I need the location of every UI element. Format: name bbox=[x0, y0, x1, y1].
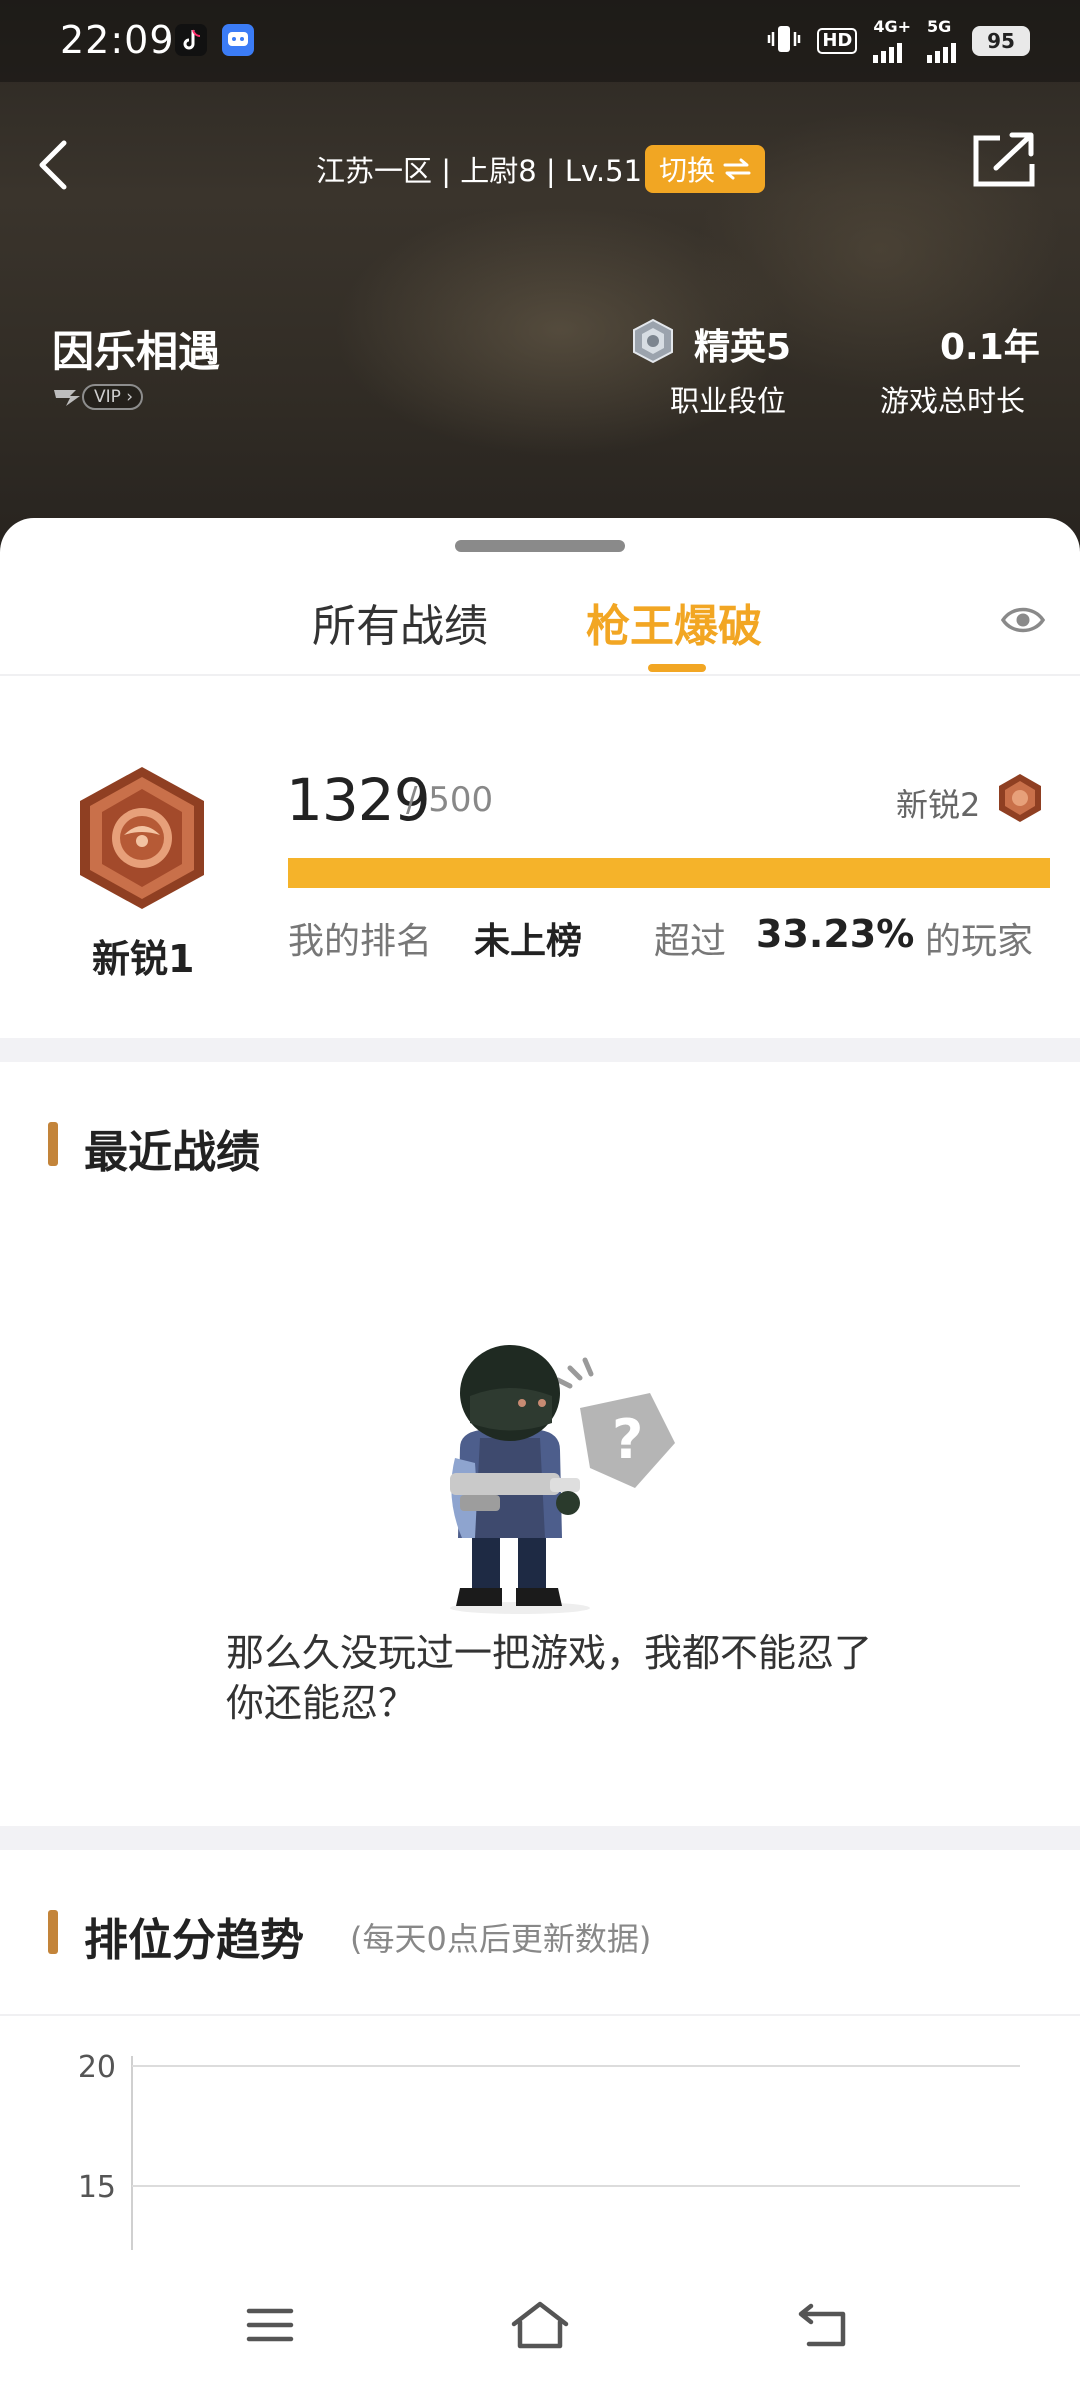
tab-gunking-demolition[interactable]: 枪王爆破 bbox=[586, 590, 762, 654]
records-sheet: 所有战绩 枪王爆破 新锐1 1329 / 500 新锐2 我的排名 未上榜 超过… bbox=[0, 518, 1080, 2400]
next-rank-name: 新锐2 bbox=[896, 786, 981, 824]
empty-records-message: 那么久没玩过一把游戏，我都不能忍了你还能忍？ bbox=[226, 1631, 873, 1725]
share-icon bbox=[973, 132, 1035, 187]
signal-5g-icon bbox=[927, 35, 956, 63]
server-info: 江苏一区 | 上尉8 | Lv.51 bbox=[316, 154, 643, 188]
share-button[interactable] bbox=[970, 130, 1040, 194]
tiktok-icon bbox=[175, 24, 207, 56]
exceed-percentage: 33.23% bbox=[756, 912, 915, 956]
play-time-label: 游戏总时长 bbox=[880, 384, 1026, 418]
back-button[interactable] bbox=[22, 130, 82, 200]
return-icon bbox=[798, 2303, 846, 2347]
vip-badge[interactable]: VIP › bbox=[52, 382, 156, 412]
section-marker bbox=[48, 1910, 58, 1954]
chart-y-tick-label: 15 bbox=[78, 2170, 116, 2205]
back-nav-button[interactable] bbox=[785, 2290, 865, 2360]
rank-trend-chart: 2015 bbox=[78, 2050, 1020, 2258]
next-rank-medal-icon bbox=[996, 772, 1044, 824]
player-nickname: 因乐相遇 bbox=[52, 327, 221, 376]
recent-records-title: 最近战绩 bbox=[84, 1127, 260, 1178]
section-divider bbox=[0, 1826, 1080, 1850]
chevron-left-icon bbox=[39, 140, 67, 190]
chat-app-icon bbox=[222, 24, 254, 56]
exceed-label: 超过 bbox=[654, 921, 727, 962]
exceed-suffix: 的玩家 bbox=[925, 921, 1034, 962]
hd-indicator: HD bbox=[817, 28, 858, 54]
current-rank-name: 新锐1 bbox=[92, 937, 195, 981]
svg-text:?: ? bbox=[612, 1408, 643, 1471]
rank-trend-title: 排位分趋势 bbox=[84, 1915, 304, 1966]
chart-y-tick-label: 20 bbox=[78, 2050, 116, 2085]
system-nav-bar bbox=[0, 2250, 1080, 2400]
vip-label: VIP bbox=[94, 387, 121, 407]
cf-logo-icon bbox=[54, 390, 80, 406]
rank-trend-subtitle: (每天0点后更新数据) bbox=[350, 1920, 652, 1958]
home-icon bbox=[511, 2301, 569, 2349]
swap-arrows-icon bbox=[723, 158, 751, 180]
battery-indicator: 95 bbox=[972, 26, 1030, 56]
menu-icon bbox=[246, 2308, 294, 2342]
rank-progress-bar bbox=[288, 858, 1050, 888]
elite-rank-icon bbox=[630, 318, 676, 364]
status-bar: 22:09 HD 4G+ 5G 95 bbox=[0, 0, 1080, 82]
signal-4g-icon bbox=[873, 35, 903, 63]
vibrate-icon bbox=[767, 24, 801, 58]
eye-icon[interactable] bbox=[1000, 600, 1046, 640]
my-rank-label: 我的排名 bbox=[288, 921, 433, 962]
empty-soldier-illustration: ? bbox=[430, 1338, 680, 1618]
drag-handle[interactable] bbox=[455, 540, 625, 552]
network-4g-label: 4G+ bbox=[873, 17, 911, 36]
play-time-value: 0.1年 bbox=[940, 327, 1040, 368]
section-marker bbox=[48, 1122, 58, 1166]
active-tab-indicator bbox=[648, 664, 706, 672]
rank-medal-icon bbox=[72, 763, 212, 913]
my-rank-value: 未上榜 bbox=[474, 921, 583, 962]
rank-progress-fill bbox=[288, 858, 1050, 888]
network-5g-label: 5G bbox=[927, 17, 952, 36]
menu-button[interactable] bbox=[230, 2290, 310, 2360]
switch-button[interactable]: 切换 bbox=[645, 145, 765, 193]
home-button[interactable] bbox=[500, 2290, 580, 2360]
career-rank-value: 精英5 bbox=[694, 327, 792, 368]
profile-header: 22:09 HD 4G+ 5G 95 江苏一区 | 上尉8 | Lv.51 切换… bbox=[0, 0, 1080, 560]
section-divider bbox=[0, 1038, 1080, 1062]
switch-label: 切换 bbox=[658, 154, 715, 187]
rank-score-max: / 500 bbox=[406, 780, 494, 820]
tab-all-records[interactable]: 所有战绩 bbox=[312, 590, 488, 654]
career-rank-label: 职业段位 bbox=[670, 384, 787, 418]
status-time: 22:09 bbox=[60, 18, 175, 62]
